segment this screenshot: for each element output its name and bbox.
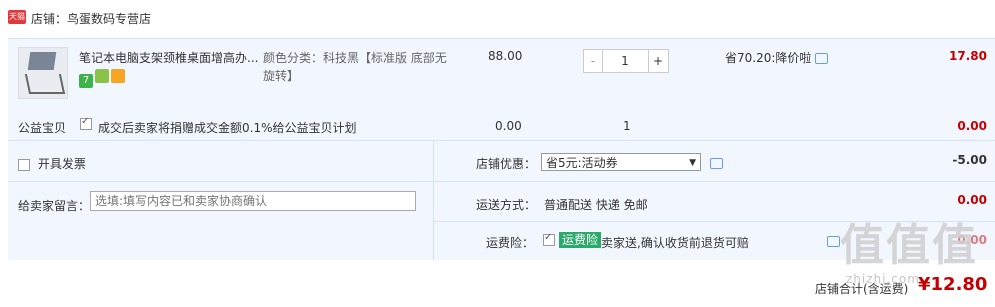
shop-header: 天猫 店铺：鸟蛋数码专营店: [0, 0, 995, 38]
watermark-glyphs: 值值值: [840, 220, 978, 271]
remark-label: 给卖家留言：: [18, 199, 91, 213]
coupon-selected: 省5元:活动券: [546, 156, 618, 170]
coupon-label: 店铺优惠：: [476, 157, 537, 171]
item-subtotal: 17.80: [949, 49, 987, 63]
discount-info: 省70.20:降价啦: [725, 49, 829, 66]
watermark-url: zhizhi.com: [846, 272, 920, 286]
row-divider: [8, 181, 995, 182]
message-icon[interactable]: [827, 236, 840, 247]
discount-text: 省70.20:降价啦: [725, 51, 812, 65]
shop-name[interactable]: 店铺：鸟蛋数码专营店: [31, 10, 151, 27]
column-divider: [433, 141, 434, 261]
insurance-tag: 运费险: [559, 232, 602, 248]
charity-text: 成交后卖家将捐赠成交金额0.1%给公益宝贝计划: [98, 121, 357, 135]
cart-item-row: 笔记本电脑支架颈椎桌面增高办... 7 颜色分类：科技黑【标准版 底部无旋转】 …: [8, 38, 995, 111]
guarantee-icon[interactable]: [95, 69, 109, 83]
coupon-amount: -5.00: [952, 153, 987, 167]
coupon-select[interactable]: 省5元:活动券 ▼: [541, 153, 701, 171]
service-badges: 7: [79, 69, 127, 88]
tmall-icon: 天猫: [8, 10, 26, 24]
invoice-label: 开具发票: [37, 157, 86, 171]
charity-label: 公益宝贝: [18, 121, 67, 135]
invoice-option[interactable]: 开具发票: [18, 155, 86, 172]
message-icon[interactable]: [815, 53, 829, 64]
stand-icon: [24, 74, 66, 94]
seven-day-return-icon[interactable]: 7: [79, 74, 93, 88]
charity-checkbox[interactable]: [80, 116, 92, 130]
laptop-icon: [27, 52, 57, 70]
shipping-amount: 0.00: [957, 193, 987, 207]
charity-row: 公益宝贝 成交后卖家将捐赠成交金额0.1%给公益宝贝计划 0.00 1 0.00: [8, 110, 995, 140]
invoice-checkbox[interactable]: [18, 158, 30, 171]
site-watermark: 值值值 zhizhi.com: [840, 222, 990, 304]
chevron-down-icon: ▼: [689, 158, 696, 168]
shipping-method: 普通配送 快递 免邮: [544, 198, 648, 212]
remark-input[interactable]: [90, 191, 416, 211]
quantity-input[interactable]: 1: [603, 50, 647, 72]
charity-qty: 1: [623, 119, 631, 133]
insurance-checkbox[interactable]: [543, 232, 555, 246]
charity-price: 0.00: [495, 119, 522, 133]
insurance-text: 卖家送,确认收货前退货可赔: [601, 236, 749, 250]
shipping-label: 运送方式：: [476, 198, 537, 212]
quantity-decrease-button[interactable]: -: [584, 50, 603, 72]
quantity-stepper: - 1 +: [583, 49, 669, 73]
product-thumbnail[interactable]: [18, 47, 68, 99]
credit-card-icon[interactable]: [111, 69, 125, 83]
insurance-label: 运费险：: [486, 236, 535, 250]
charity-subtotal: 0.00: [957, 119, 987, 133]
message-icon[interactable]: [710, 158, 723, 169]
product-title-link[interactable]: 笔记本电脑支架颈椎桌面增高办...: [79, 49, 259, 66]
unit-price: 88.00: [488, 49, 523, 63]
sku-info: 颜色分类：科技黑【标准版 底部无旋转】: [263, 51, 447, 83]
quantity-increase-button[interactable]: +: [648, 50, 667, 72]
